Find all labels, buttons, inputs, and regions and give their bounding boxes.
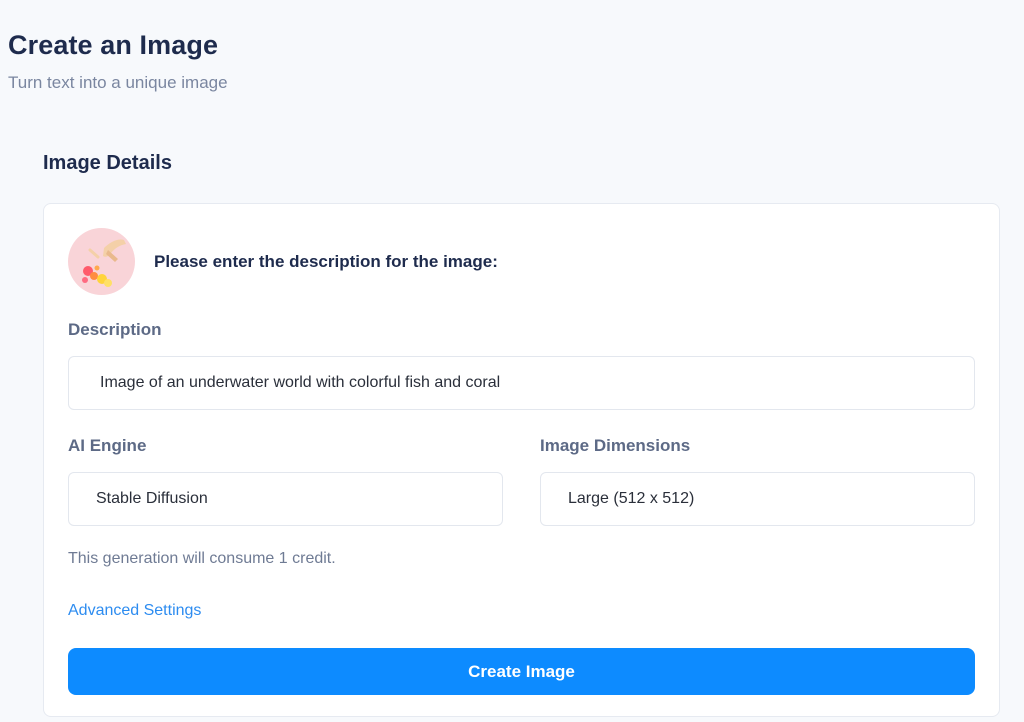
- page-subtitle: Turn text into a unique image: [8, 73, 228, 92]
- credit-note: This generation will consume 1 credit.: [68, 550, 336, 567]
- image-dimensions-select[interactable]: Large (512 x 512): [540, 472, 975, 526]
- advanced-settings-link[interactable]: Advanced Settings: [68, 602, 201, 620]
- ai-engine-value: Stable Diffusion: [96, 490, 208, 507]
- ai-engine-select[interactable]: Stable Diffusion: [68, 472, 503, 526]
- description-input[interactable]: Image of an underwater world with colorf…: [68, 356, 975, 410]
- description-label: Description: [68, 320, 162, 339]
- page-title: Create an Image: [8, 30, 219, 60]
- image-dimensions-value: Large (512 x 512): [568, 490, 695, 507]
- ai-engine-label: AI Engine: [68, 436, 147, 455]
- page-header: Create an Image Turn text into a unique …: [8, 30, 228, 93]
- image-details-card: Please enter the description for the ima…: [43, 203, 1000, 717]
- intro-row: Please enter the description for the ima…: [68, 228, 498, 295]
- description-value: Image of an underwater world with colorf…: [100, 374, 501, 391]
- intro-text: Please enter the description for the ima…: [154, 251, 498, 271]
- section-title: Image Details: [43, 152, 172, 174]
- image-dimensions-label: Image Dimensions: [540, 436, 691, 455]
- hand-with-pills-icon: [68, 228, 135, 295]
- create-image-button[interactable]: Create Image: [68, 648, 975, 695]
